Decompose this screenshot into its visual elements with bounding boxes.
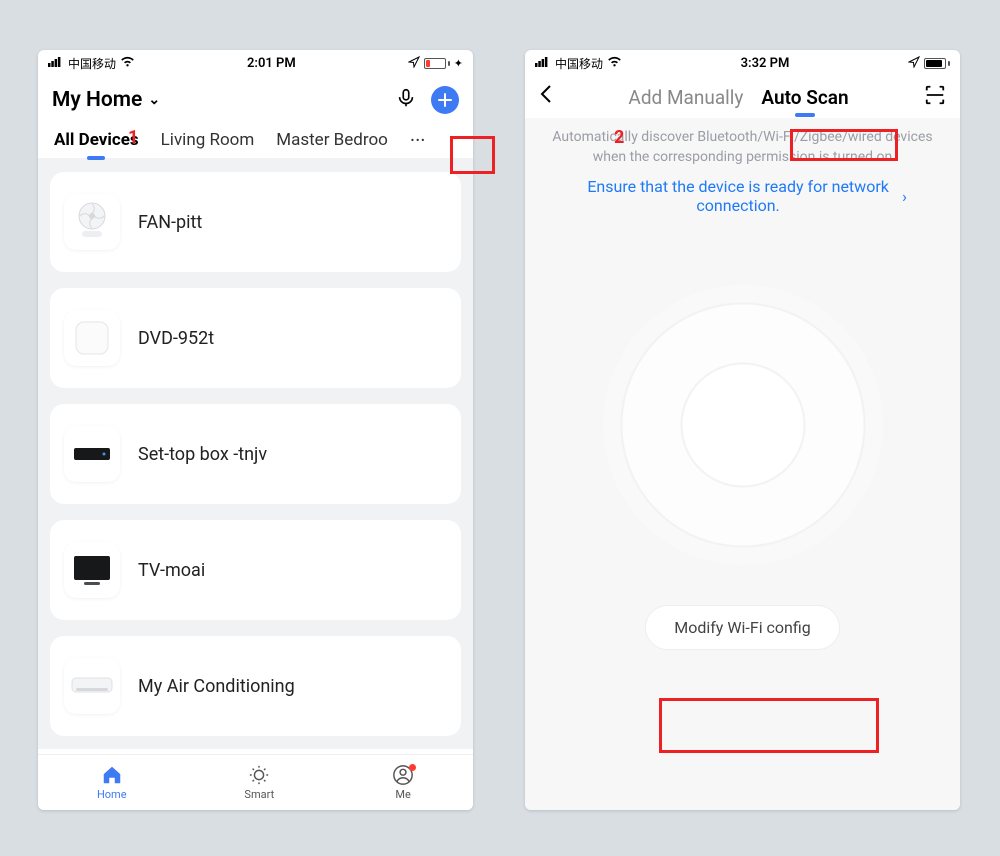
wifi-icon	[607, 56, 622, 70]
location-icon	[408, 56, 420, 71]
settop-icon	[64, 426, 120, 482]
device-card[interactable]: Set-top box -tnjv	[50, 404, 461, 504]
location-icon	[908, 56, 920, 71]
device-card[interactable]: FAN-pitt	[50, 172, 461, 272]
home-header: My Home ⌄	[38, 72, 473, 122]
signal-icon	[535, 56, 551, 71]
device-card[interactable]: DVD-952t	[50, 288, 461, 388]
tab-master-bedroom[interactable]: Master Bedroo	[276, 130, 388, 150]
tab-all-devices[interactable]: All Devices	[54, 130, 139, 150]
scanning-radar	[603, 285, 883, 565]
device-list: FAN-pitt DVD-952t Set-top box -tnjv TV-m…	[38, 158, 473, 749]
info-text: Automatically discover Bluetooth/Wi-Fi/Z…	[543, 128, 942, 167]
modify-wifi-label: Modify Wi-Fi config	[674, 618, 811, 637]
tv-icon	[64, 542, 120, 598]
modify-wifi-button[interactable]: Modify Wi-Fi config	[645, 605, 840, 650]
tab-auto-scan[interactable]: Auto Scan	[761, 86, 848, 109]
me-icon	[392, 764, 414, 786]
battery-icon	[424, 58, 450, 69]
room-tabs: All Devices Living Room Master Bedroo ··…	[38, 122, 473, 158]
device-name: TV-moai	[138, 560, 205, 581]
status-bar: 中国移动 2:01 PM ✦	[38, 50, 473, 72]
phone-add-device-screen: 中国移动 3:32 PM Add Manually Auto Scan Au	[525, 50, 960, 810]
add-header: Add Manually Auto Scan	[525, 72, 960, 118]
home-title: My Home	[52, 88, 142, 112]
status-bar: 中国移动 3:32 PM	[525, 50, 960, 72]
tab-living-room[interactable]: Living Room	[161, 130, 255, 150]
home-icon	[101, 764, 123, 786]
device-card[interactable]: TV-moai	[50, 520, 461, 620]
nav-me[interactable]: Me	[392, 764, 414, 801]
nav-label: Me	[395, 788, 410, 801]
fan-icon	[64, 194, 120, 250]
carrier-label: 中国移动	[555, 55, 603, 72]
device-name: My Air Conditioning	[138, 676, 295, 697]
device-name: Set-top box -tnjv	[138, 444, 267, 465]
charging-icon: ✦	[454, 57, 463, 70]
device-name: DVD-952t	[138, 328, 214, 349]
ready-link-label: Ensure that the device is ready for netw…	[578, 177, 898, 215]
add-device-button[interactable]	[431, 86, 459, 114]
home-selector[interactable]: My Home ⌄	[52, 88, 160, 112]
battery-icon	[924, 58, 950, 69]
chevron-right-icon: ›	[902, 187, 907, 206]
chevron-down-icon: ⌄	[148, 92, 160, 108]
device-name: FAN-pitt	[138, 212, 202, 233]
tab-add-manually[interactable]: Add Manually	[628, 86, 743, 109]
mic-icon[interactable]	[395, 87, 417, 113]
smart-icon	[248, 764, 270, 786]
tabs-more-button[interactable]: ···	[410, 128, 426, 152]
nav-label: Smart	[244, 788, 274, 801]
ac-icon	[64, 658, 120, 714]
wifi-icon	[120, 56, 135, 70]
bottom-nav: Home Smart Me	[38, 754, 473, 810]
ready-link[interactable]: Ensure that the device is ready for netw…	[578, 177, 907, 215]
nav-smart[interactable]: Smart	[244, 764, 274, 801]
phone-home-screen: 中国移动 2:01 PM ✦ My Home ⌄	[38, 50, 473, 810]
nav-label: Home	[97, 788, 127, 801]
square-device-icon	[64, 310, 120, 366]
clock: 3:32 PM	[741, 56, 790, 71]
carrier-label: 中国移动	[68, 55, 116, 72]
signal-icon	[48, 56, 64, 71]
nav-home[interactable]: Home	[97, 764, 127, 801]
add-body: Automatically discover Bluetooth/Wi-Fi/Z…	[525, 118, 960, 810]
back-button[interactable]	[539, 84, 553, 110]
device-card[interactable]: My Air Conditioning	[50, 636, 461, 736]
scan-icon[interactable]	[924, 84, 946, 110]
clock: 2:01 PM	[247, 56, 296, 71]
